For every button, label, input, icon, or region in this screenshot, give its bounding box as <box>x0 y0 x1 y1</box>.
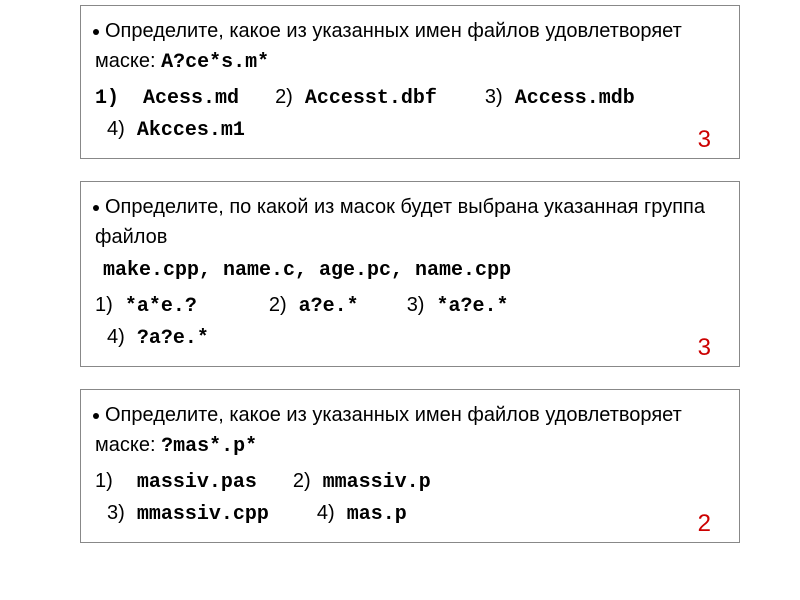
mask-code: A?ce*s.m* <box>161 51 269 74</box>
bullet-icon <box>93 29 99 35</box>
opt-1: Acess.md <box>143 87 239 110</box>
opt-3: *a?e.* <box>437 295 509 318</box>
opt-num-4: 4) <box>317 502 335 524</box>
question-text: Определите, какое из указанных имен файл… <box>95 400 725 462</box>
question-text: Определите, какое из указанных имен файл… <box>95 16 725 78</box>
options-row: 1) Acess.md 2) Accesst.dbf 3) Access.mdb… <box>95 82 725 146</box>
opt-1: *a*e.? <box>125 295 197 318</box>
question-pre: Определите, по какой из масок будет выбр… <box>95 196 705 248</box>
opt-num-4: 4) <box>107 118 125 140</box>
opt-num-3: 3) <box>407 294 425 316</box>
files-line: make.cpp, name.c, age.pc, name.cpp <box>103 256 725 286</box>
opt-1: massiv.pas <box>137 471 257 494</box>
opt-3: Access.mdb <box>515 87 635 110</box>
problem-3: Определите, какое из указанных имен файл… <box>80 389 740 543</box>
problem-1: Определите, какое из указанных имен файл… <box>80 5 740 159</box>
opt-num-1: 1) <box>95 294 113 316</box>
opt-num-2: 2) <box>269 294 287 316</box>
opt-num-1: 1) <box>95 87 119 110</box>
opt-2: Accesst.dbf <box>305 87 437 110</box>
opt-3: mmassiv.cpp <box>137 503 269 526</box>
mask-code: ?mas*.p* <box>161 435 257 458</box>
answer-label: 2 <box>698 506 711 542</box>
question-text: Определите, по какой из масок будет выбр… <box>95 192 725 252</box>
bullet-icon <box>93 413 99 419</box>
opt-num-2: 2) <box>293 470 311 492</box>
options-row: 1) massiv.pas 2) mmassiv.p 3) mmassiv.cp… <box>95 466 725 530</box>
opt-2: a?e.* <box>299 295 359 318</box>
opt-2: mmassiv.p <box>323 471 431 494</box>
opt-num-3: 3) <box>485 86 503 108</box>
opt-4: mas.p <box>347 503 407 526</box>
opt-4: ?a?e.* <box>137 327 209 350</box>
opt-num-1: 1) <box>95 470 113 492</box>
problem-2: Определите, по какой из масок будет выбр… <box>80 181 740 367</box>
opt-num-3: 3) <box>107 502 125 524</box>
opt-num-4: 4) <box>107 326 125 348</box>
files-list: make.cpp, name.c, age.pc, name.cpp <box>103 259 511 282</box>
answer-label: 3 <box>698 330 711 366</box>
opt-num-2: 2) <box>275 86 293 108</box>
options-row: 1) *a*e.? 2) a?e.* 3) *a?e.* 4) ?a?e.* <box>95 290 725 354</box>
bullet-icon <box>93 205 99 211</box>
answer-label: 3 <box>698 122 711 158</box>
opt-4: Akcces.m1 <box>137 119 245 142</box>
